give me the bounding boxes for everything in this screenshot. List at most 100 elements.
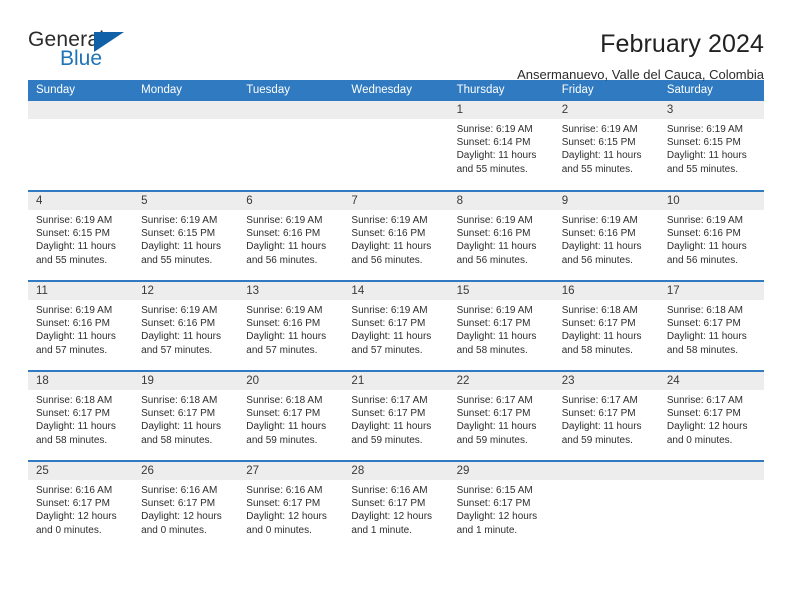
calendar-day-cell[interactable]: 29 Sunrise: 6:15 AM Sunset: 6:17 PM Dayli… <box>448 460 554 551</box>
day-number <box>658 462 764 480</box>
calendar-day-cell[interactable]: 4 Sunrise: 6:19 AM Sunset: 6:15 PM Daylig… <box>28 190 134 281</box>
title-block: February 2024 Ansermanuevo, Valle del Ca… <box>517 28 764 82</box>
day-number: 24 <box>658 372 764 390</box>
day-number: 6 <box>238 192 344 210</box>
calendar-day-cell[interactable]: 17 Sunrise: 6:18 AM Sunset: 6:17 PM Dayli… <box>658 280 764 371</box>
sun-times-text: Sunrise: 6:17 AM Sunset: 6:17 PM Dayligh… <box>561 395 642 446</box>
day-number: 27 <box>238 462 344 480</box>
calendar-day-cell[interactable]: 15 Sunrise: 6:19 AM Sunset: 6:17 PM Dayli… <box>448 280 554 371</box>
day-number: 25 <box>28 462 134 480</box>
calendar-day-cell[interactable]: 6 Sunrise: 6:19 AM Sunset: 6:16 PM Daylig… <box>238 190 344 281</box>
calendar-day-cell[interactable]: 25 Sunrise: 6:16 AM Sunset: 6:17 PM Dayli… <box>28 460 134 551</box>
page-header: General Blue February 2024 Ansermanuevo,… <box>28 0 764 82</box>
day-number: 20 <box>238 372 344 390</box>
weekday-header-wednesday: Wednesday <box>343 80 449 101</box>
sun-times-text: Sunrise: 6:19 AM Sunset: 6:17 PM Dayligh… <box>456 305 537 356</box>
sun-times-text: Sunrise: 6:15 AM Sunset: 6:17 PM Dayligh… <box>456 485 538 536</box>
sun-times-text: Sunrise: 6:18 AM Sunset: 6:17 PM Dayligh… <box>36 395 116 446</box>
sun-times-text: Sunrise: 6:16 AM Sunset: 6:17 PM Dayligh… <box>246 485 327 536</box>
calendar-day-cell[interactable]: 2 Sunrise: 6:19 AM Sunset: 6:15 PM Daylig… <box>553 101 659 191</box>
day-number: 21 <box>343 372 449 390</box>
sun-times-text: Sunrise: 6:19 AM Sunset: 6:16 PM Dayligh… <box>141 305 221 356</box>
calendar-day-cell[interactable]: 21 Sunrise: 6:17 AM Sunset: 6:17 PM Dayli… <box>343 370 449 461</box>
calendar-week-row: 25 Sunrise: 6:16 AM Sunset: 6:17 PM Dayli… <box>28 460 764 551</box>
weekday-header-monday: Monday <box>133 80 239 101</box>
day-number <box>238 101 344 119</box>
calendar-table: Sunday Monday Tuesday Wednesday Thursday… <box>28 80 764 551</box>
calendar-day-cell[interactable]: 1 Sunrise: 6:19 AM Sunset: 6:14 PM Daylig… <box>448 101 554 191</box>
sun-times-text: Sunrise: 6:19 AM Sunset: 6:14 PM Dayligh… <box>456 124 537 175</box>
weekday-header-tuesday: Tuesday <box>238 80 344 101</box>
page-title: February 2024 <box>600 30 764 58</box>
sun-times-text: Sunrise: 6:17 AM Sunset: 6:17 PM Dayligh… <box>351 395 432 446</box>
calendar-day-cell[interactable]: 5 Sunrise: 6:19 AM Sunset: 6:15 PM Daylig… <box>133 190 239 281</box>
weekday-header-thursday: Thursday <box>448 80 554 101</box>
sun-times-text: Sunrise: 6:19 AM Sunset: 6:16 PM Dayligh… <box>351 215 432 266</box>
calendar-week-row: 11 Sunrise: 6:19 AM Sunset: 6:16 PM Dayli… <box>28 280 764 371</box>
sun-times-text: Sunrise: 6:18 AM Sunset: 6:17 PM Dayligh… <box>246 395 327 446</box>
day-number: 17 <box>658 282 764 300</box>
day-number: 2 <box>553 101 659 119</box>
calendar-day-cell[interactable]: 28 Sunrise: 6:16 AM Sunset: 6:17 PM Dayli… <box>343 460 449 551</box>
day-number: 11 <box>28 282 134 300</box>
sun-times-text: Sunrise: 6:19 AM Sunset: 6:15 PM Dayligh… <box>666 124 747 175</box>
sun-times-text: Sunrise: 6:17 AM Sunset: 6:17 PM Dayligh… <box>456 395 537 446</box>
sun-times-text: Sunrise: 6:19 AM Sunset: 6:16 PM Dayligh… <box>246 215 327 266</box>
calendar-day-cell[interactable]: 26 Sunrise: 6:16 AM Sunset: 6:17 PM Dayli… <box>133 460 239 551</box>
weekday-header-sunday: Sunday <box>28 80 134 101</box>
calendar-day-cell[interactable]: 22 Sunrise: 6:17 AM Sunset: 6:17 PM Dayli… <box>448 370 554 461</box>
day-number: 19 <box>133 372 239 390</box>
sun-times-text: Sunrise: 6:19 AM Sunset: 6:16 PM Dayligh… <box>456 215 537 266</box>
day-number: 8 <box>448 192 554 210</box>
calendar-week-row: 18 Sunrise: 6:18 AM Sunset: 6:17 PM Dayli… <box>28 370 764 461</box>
sun-times-text: Sunrise: 6:18 AM Sunset: 6:17 PM Dayligh… <box>561 305 642 356</box>
location-subtitle: Ansermanuevo, Valle del Cauca, Colombia <box>517 67 764 82</box>
calendar-day-cell[interactable]: 14 Sunrise: 6:19 AM Sunset: 6:17 PM Dayli… <box>343 280 449 371</box>
sun-times-text: Sunrise: 6:18 AM Sunset: 6:17 PM Dayligh… <box>666 305 747 356</box>
calendar-day-cell[interactable]: 16 Sunrise: 6:18 AM Sunset: 6:17 PM Dayli… <box>553 280 659 371</box>
calendar-day-cell[interactable]: 13 Sunrise: 6:19 AM Sunset: 6:16 PM Dayli… <box>238 280 344 371</box>
sun-times-text: Sunrise: 6:16 AM Sunset: 6:17 PM Dayligh… <box>36 485 117 536</box>
brand-name-blue: Blue <box>60 47 103 70</box>
sun-times-text: Sunrise: 6:19 AM Sunset: 6:16 PM Dayligh… <box>666 215 747 266</box>
calendar-day-cell[interactable]: 8 Sunrise: 6:19 AM Sunset: 6:16 PM Daylig… <box>448 190 554 281</box>
sun-times-text: Sunrise: 6:19 AM Sunset: 6:15 PM Dayligh… <box>561 124 642 175</box>
weekday-header-friday: Friday <box>553 80 659 101</box>
day-number: 23 <box>553 372 659 390</box>
day-number: 15 <box>448 282 554 300</box>
calendar-day-cell[interactable]: 23 Sunrise: 6:17 AM Sunset: 6:17 PM Dayli… <box>553 370 659 461</box>
day-number: 28 <box>343 462 449 480</box>
calendar-empty-cell <box>28 101 134 191</box>
calendar-day-cell[interactable]: 20 Sunrise: 6:18 AM Sunset: 6:17 PM Dayli… <box>238 370 344 461</box>
day-number: 9 <box>553 192 659 210</box>
day-number <box>28 101 134 119</box>
day-number <box>553 462 659 480</box>
sun-times-text: Sunrise: 6:19 AM Sunset: 6:16 PM Dayligh… <box>246 305 327 356</box>
day-number: 22 <box>448 372 554 390</box>
calendar-day-cell[interactable]: 19 Sunrise: 6:18 AM Sunset: 6:17 PM Dayli… <box>133 370 239 461</box>
day-number: 14 <box>343 282 449 300</box>
sun-times-text: Sunrise: 6:19 AM Sunset: 6:16 PM Dayligh… <box>36 305 116 356</box>
calendar-day-cell[interactable]: 18 Sunrise: 6:18 AM Sunset: 6:17 PM Dayli… <box>28 370 134 461</box>
day-number: 13 <box>238 282 344 300</box>
calendar-day-cell[interactable]: 7 Sunrise: 6:19 AM Sunset: 6:16 PM Daylig… <box>343 190 449 281</box>
calendar-day-cell[interactable]: 9 Sunrise: 6:19 AM Sunset: 6:16 PM Daylig… <box>553 190 659 281</box>
day-number: 5 <box>133 192 239 210</box>
day-number: 4 <box>28 192 134 210</box>
sun-times-text: Sunrise: 6:19 AM Sunset: 6:15 PM Dayligh… <box>141 215 221 266</box>
calendar-day-cell[interactable]: 24 Sunrise: 6:17 AM Sunset: 6:17 PM Dayli… <box>658 370 764 461</box>
calendar-empty-cell <box>658 460 764 551</box>
calendar-empty-cell <box>238 101 344 191</box>
calendar-day-cell[interactable]: 12 Sunrise: 6:19 AM Sunset: 6:16 PM Dayli… <box>133 280 239 371</box>
brand-logo[interactable]: General Blue <box>28 28 148 74</box>
sun-times-text: Sunrise: 6:16 AM Sunset: 6:17 PM Dayligh… <box>351 485 433 536</box>
sun-times-text: Sunrise: 6:17 AM Sunset: 6:17 PM Dayligh… <box>666 395 748 446</box>
calendar-day-cell[interactable]: 3 Sunrise: 6:19 AM Sunset: 6:15 PM Daylig… <box>658 101 764 191</box>
weekday-header-saturday: Saturday <box>658 80 764 101</box>
calendar-day-cell[interactable]: 10 Sunrise: 6:19 AM Sunset: 6:16 PM Dayli… <box>658 190 764 281</box>
calendar-day-cell[interactable]: 11 Sunrise: 6:19 AM Sunset: 6:16 PM Dayli… <box>28 280 134 371</box>
calendar-day-cell[interactable]: 27 Sunrise: 6:16 AM Sunset: 6:17 PM Dayli… <box>238 460 344 551</box>
day-number <box>133 101 239 119</box>
day-number: 26 <box>133 462 239 480</box>
sun-times-text: Sunrise: 6:19 AM Sunset: 6:15 PM Dayligh… <box>36 215 116 266</box>
